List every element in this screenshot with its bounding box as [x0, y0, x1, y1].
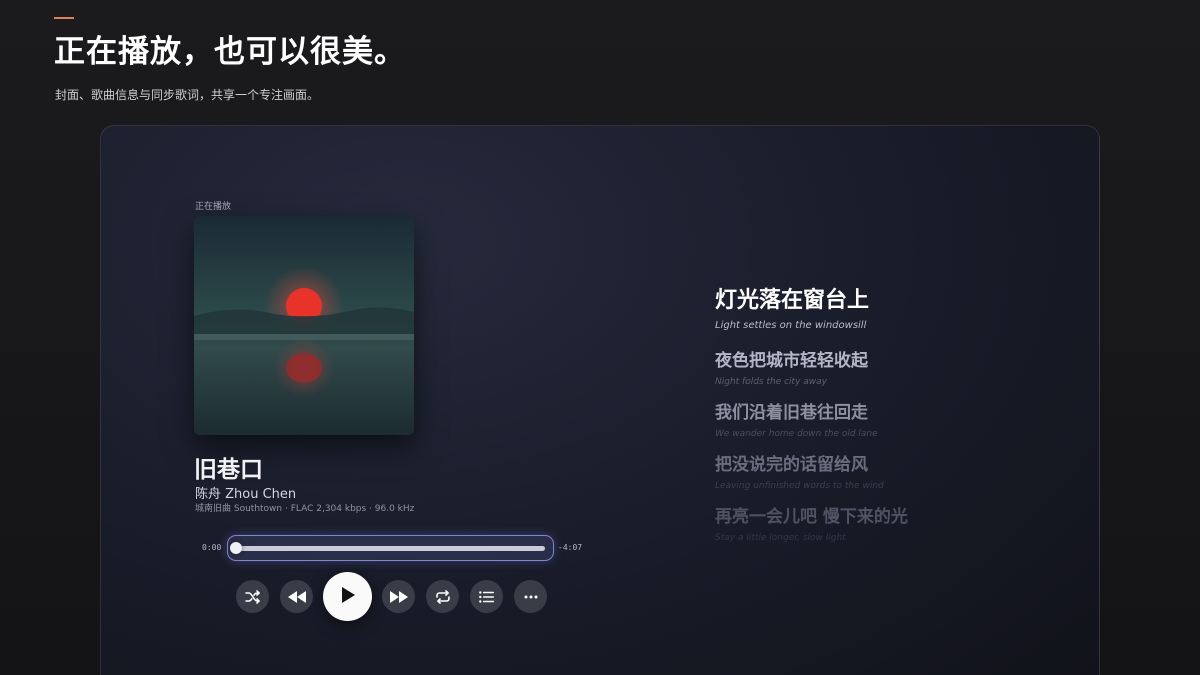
repeat-button[interactable] — [426, 580, 459, 613]
time-remaining: -4:07 — [558, 543, 583, 552]
lyric-line[interactable]: 再亮一会儿吧 慢下来的光 Stay a little longer, slow … — [715, 502, 908, 543]
lyric-text: 把没说完的话留给风 — [715, 455, 868, 475]
more-button[interactable] — [514, 580, 547, 613]
player-window: 正在播放 旧巷口 陈舟 Zhou Chen 城南旧曲 Southtown · F… — [100, 125, 1100, 675]
time-elapsed: 0:00 — [202, 543, 222, 552]
track-artist: 陈舟 Zhou Chen — [195, 487, 297, 502]
shuffle-button[interactable] — [236, 580, 269, 613]
previous-button[interactable] — [280, 580, 313, 613]
seek-thumb[interactable] — [230, 542, 242, 554]
lyric-line[interactable]: 把没说完的话留给风 Leaving unfinished words to th… — [715, 450, 884, 491]
play-icon — [340, 586, 356, 608]
shuffle-icon — [244, 589, 261, 604]
lyric-translation: Leaving unfinished words to the wind — [715, 481, 884, 491]
seek-bar[interactable] — [227, 535, 554, 561]
seek-track[interactable] — [236, 546, 545, 551]
track-title: 旧巷口 — [194, 457, 263, 483]
more-horizontal-icon — [524, 595, 538, 599]
seek-fill — [236, 546, 545, 551]
queue-button[interactable] — [470, 580, 503, 613]
lyric-text: 夜色把城市轻轻收起 — [715, 351, 868, 371]
album-cover — [194, 216, 414, 435]
lyric-line-active[interactable]: 灯光落在窗台上 Light settles on the windowsill — [715, 282, 869, 331]
page-headline: 正在播放，也可以很美。 — [54, 34, 406, 70]
track-meta: 城南旧曲 Southtown · FLAC 2,304 kbps · 96.0 … — [195, 504, 415, 514]
lyric-text: 灯光落在窗台上 — [715, 288, 870, 313]
lyric-line[interactable]: 夜色把城市轻轻收起 Night folds the city away — [715, 346, 868, 387]
play-button[interactable] — [323, 572, 372, 621]
lyric-translation: Light settles on the windowsill — [715, 320, 867, 331]
page-subheadline: 封面、歌曲信息与同步歌词，共享一个专注画面。 — [55, 88, 320, 102]
lyric-text: 我们沿着旧巷往回走 — [715, 403, 868, 423]
repeat-icon — [435, 589, 451, 604]
lyric-translation: Stay a little longer, slow light — [715, 533, 846, 543]
list-icon — [479, 590, 494, 603]
rewind-icon — [287, 590, 306, 603]
next-button[interactable] — [382, 580, 415, 613]
lyric-translation: Night folds the city away — [715, 377, 827, 387]
lyric-line[interactable]: 我们沿着旧巷往回走 We wander home down the old la… — [715, 398, 878, 439]
now-playing-label: 正在播放 — [195, 202, 232, 212]
lyric-translation: We wander home down the old lane — [715, 429, 878, 439]
fast-forward-icon — [389, 590, 408, 603]
lyric-text: 再亮一会儿吧 慢下来的光 — [715, 507, 908, 527]
accent-bar — [54, 17, 74, 19]
